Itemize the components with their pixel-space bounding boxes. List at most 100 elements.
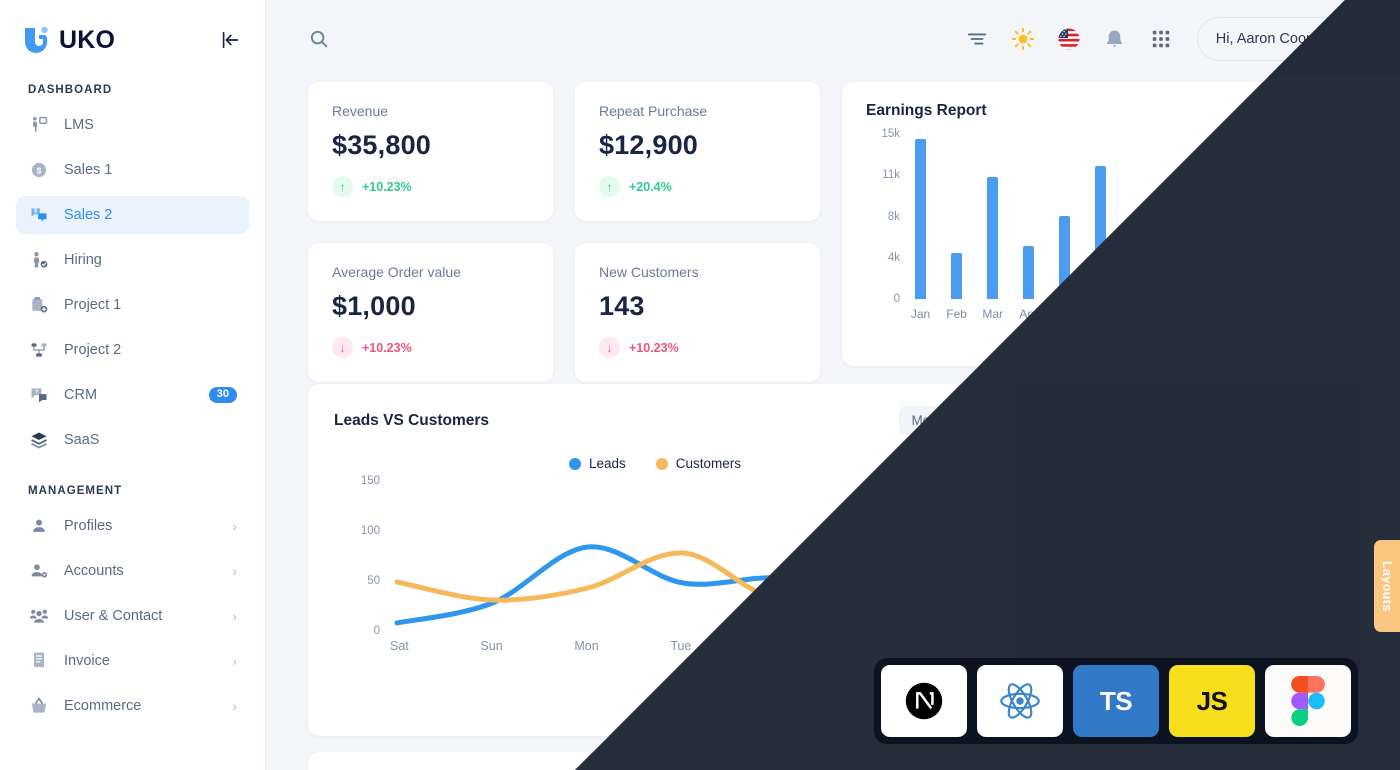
filter-lines-icon[interactable] — [963, 25, 991, 53]
earnings-bar-column[interactable] — [940, 134, 973, 299]
earnings-x-tick: Mar — [982, 307, 1004, 321]
legend-item-customers[interactable]: Customers — [655, 456, 742, 471]
project-box-icon — [28, 294, 50, 316]
earnings-bar-chart: 0 4k 8k 11k 15k Jan Feb Mar Apr May Jun Jul Aug Sep O… — [866, 128, 1334, 344]
sidebar-item-label: Hiring — [64, 252, 102, 268]
earnings-y-tick: 11k — [882, 169, 900, 182]
search-icon[interactable] — [308, 28, 330, 50]
layouts-tab-button[interactable]: Layouts — [1374, 540, 1400, 632]
earnings-bar-column[interactable] — [1229, 134, 1262, 299]
sidebar-item-invoice[interactable]: Invoice › — [16, 642, 249, 680]
sidebar-item-lms[interactable]: LMS — [16, 106, 249, 144]
sidebar-item-hiring[interactable]: Hiring — [16, 241, 249, 279]
stat-delta-value: +10.23% — [362, 179, 412, 194]
leads-legend: Leads Customers — [334, 456, 976, 471]
leads-x-tick: Fri — [953, 639, 968, 653]
javascript-logo[interactable]: JS — [1169, 665, 1255, 737]
earnings-title: Earnings Report — [866, 102, 987, 119]
chevron-right-icon: › — [232, 518, 237, 534]
sidebar-item-sales-1[interactable]: $ Sales 1 — [16, 151, 249, 189]
earnings-x-tick: Dec — [1306, 307, 1329, 321]
earnings-bar-column[interactable] — [1157, 134, 1190, 299]
user-avatar — [1337, 21, 1369, 58]
earnings-bar — [1167, 176, 1179, 299]
sidebar-item-label: Invoice — [64, 653, 110, 669]
earnings-bar-column[interactable] — [1301, 134, 1334, 299]
stat-delta-value: +10.23% — [629, 340, 679, 355]
users-group-icon — [28, 605, 50, 627]
earnings-bar-column[interactable] — [1048, 134, 1081, 299]
sidebar-item-crm[interactable]: ? CRM 30 — [16, 376, 249, 414]
stat-value: $1,000 — [332, 291, 416, 321]
brand-name: UKO — [59, 25, 116, 54]
user-menu-button[interactable]: Hi, Aaron Cooper — [1196, 17, 1376, 61]
stat-card-average-order-value: Average Order value $1,000 ↓ +10.23% — [308, 243, 553, 382]
svg-text:?: ? — [35, 389, 39, 395]
stat-card-repeat-purchase: Repeat Purchase $12,900 ↑ +20.4% — [575, 82, 820, 221]
sidebar-item-user-contact[interactable]: User & Contact › — [16, 597, 249, 635]
sidebar-item-label: Sales 2 — [64, 207, 113, 223]
arrow-up-icon: ↑ — [332, 176, 353, 197]
sidebar-item-profiles[interactable]: Profiles › — [16, 507, 249, 545]
sun-theme-icon[interactable] — [1009, 25, 1037, 53]
sidebar-item-label: Profiles — [64, 518, 113, 534]
earnings-bar-column[interactable] — [904, 134, 937, 299]
sales-chat-icon: $ — [28, 204, 50, 226]
sidebar-item-label: Sales 1 — [64, 162, 113, 178]
leads-period-dropdown[interactable]: Month ▾ — [899, 406, 976, 435]
earnings-x-tick: Oct — [1235, 307, 1255, 321]
earnings-bar — [915, 139, 927, 299]
figma-logo[interactable] — [1265, 665, 1351, 737]
sidebar-item-ecommerce[interactable]: Ecommerce › — [16, 687, 249, 725]
sidebar-item-accounts[interactable]: Accounts › — [16, 552, 249, 590]
leads-period-label: Month — [911, 413, 949, 428]
earnings-bar-column[interactable] — [1265, 134, 1298, 299]
earnings-y-tick: 8k — [887, 210, 900, 223]
nextjs-logo[interactable] — [881, 665, 967, 737]
sidebar-item-sales-2[interactable]: $ Sales 2 — [16, 196, 249, 234]
sidebar-item-project-2[interactable]: Project 2 — [16, 331, 249, 369]
chevron-right-icon: › — [232, 698, 237, 714]
stat-value: $35,800 — [332, 130, 431, 160]
earnings-bar-column[interactable] — [1084, 134, 1117, 299]
apps-grid-icon[interactable] — [1147, 25, 1175, 53]
brand-row: UKO — [0, 0, 265, 80]
earnings-bars — [904, 134, 1334, 299]
react-logo[interactable] — [977, 665, 1063, 737]
chevron-down-icon: ▾ — [957, 413, 964, 428]
sidebar: UKO DASHBOARD LMS $ Sales 1 $ Sales 2 Hi… — [0, 0, 266, 770]
leads-y-axis: 0 50 100 150 — [346, 475, 380, 637]
leads-y-tick: 150 — [360, 475, 380, 487]
sidebar-item-project-1[interactable]: Project 1 — [16, 286, 249, 324]
sidebar-badge-crm: 30 — [208, 386, 237, 404]
leads-x-tick: Sat — [390, 639, 409, 653]
earnings-bar-column[interactable] — [1120, 134, 1153, 299]
arrow-up-icon: ↑ — [599, 176, 620, 197]
leads-title: Leads VS Customers — [334, 411, 490, 429]
earnings-header: Earnings Report Month — [866, 102, 1334, 120]
earnings-bar — [1239, 192, 1251, 299]
earnings-period-dropdown[interactable]: Month — [1272, 103, 1334, 119]
flag-us-icon[interactable] — [1055, 25, 1083, 53]
legend-label: Customers — [675, 456, 742, 471]
earnings-x-tick: Aug — [1162, 307, 1184, 321]
legend-label: Leads — [588, 456, 626, 471]
earnings-bar-column[interactable] — [976, 134, 1009, 299]
earnings-bar-column[interactable] — [1193, 134, 1226, 299]
leads-x-axis: Sat Sun Mon Tue Wed Thu Fri — [390, 639, 968, 653]
sidebar-item-label: LMS — [64, 117, 94, 133]
bell-notification-icon[interactable] — [1101, 25, 1129, 53]
leads-y-tick: 100 — [360, 525, 380, 537]
stat-delta: ↑ +10.23% — [332, 176, 529, 197]
typescript-logo[interactable]: TS — [1073, 665, 1159, 737]
leads-lines-svg — [394, 511, 972, 626]
collapse-sidebar-icon[interactable] — [217, 27, 243, 53]
earnings-bar-column[interactable] — [1012, 134, 1045, 299]
svg-text:$: $ — [34, 209, 37, 215]
sidebar-item-saas[interactable]: SaaS — [16, 421, 249, 459]
legend-item-leads[interactable]: Leads — [568, 456, 626, 471]
earnings-x-tick: Jun — [1091, 307, 1111, 321]
javascript-label: JS — [1196, 685, 1228, 716]
stat-value: $12,900 — [599, 130, 698, 160]
bottom-partial-card — [308, 752, 1002, 770]
